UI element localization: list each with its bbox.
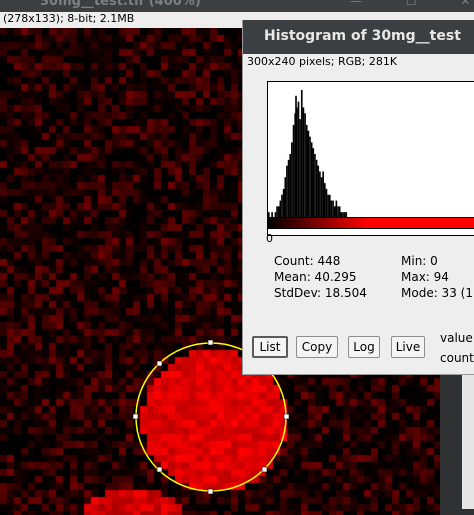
histogram-bar	[324, 183, 326, 218]
histogram-bar	[304, 113, 306, 218]
image-window-title: 30mg__test.tif (400%)	[40, 0, 201, 9]
adjacent-window-edge	[462, 374, 474, 509]
stat-min: Min: 0	[401, 254, 438, 268]
histogram-bar	[310, 142, 313, 218]
histogram-bar	[322, 171, 324, 218]
histogram-bar	[325, 188, 328, 218]
copy-button[interactable]: Copy	[296, 336, 338, 358]
histogram-bar	[332, 200, 334, 218]
histogram-bar	[281, 194, 283, 218]
histogram-bar	[335, 200, 338, 218]
histogram-window: Histogram of 30mg__test 300x240 pixels; …	[242, 20, 474, 375]
histogram-bar	[291, 142, 293, 218]
histogram-bar	[307, 130, 310, 218]
histogram-bar	[286, 165, 288, 218]
histogram-bar	[315, 159, 318, 218]
histogram-bar	[320, 177, 323, 218]
count-label: count	[440, 351, 474, 365]
axis-min-label: 0	[266, 232, 273, 245]
histogram-bar	[314, 154, 316, 218]
histogram-bar	[328, 194, 331, 218]
histogram-bar	[319, 171, 321, 218]
histogram-bar	[300, 90, 303, 218]
stat-stddev: StdDev: 18.504	[274, 286, 367, 300]
image-window-controls[interactable]: — ☐ ✕	[350, 0, 474, 8]
log-button[interactable]: Log	[348, 336, 380, 358]
lut-color-bar	[267, 217, 474, 229]
histogram-bar	[302, 107, 305, 218]
value-label: value	[440, 331, 473, 345]
histogram-bar	[330, 200, 333, 218]
stat-max: Max: 94	[401, 270, 449, 284]
histogram-chart	[268, 90, 474, 219]
histogram-bar	[279, 200, 282, 218]
histogram-bar	[327, 194, 329, 218]
histogram-window-titlebar[interactable]: Histogram of 30mg__test	[243, 20, 474, 54]
stat-mode: Mode: 33 (1	[401, 286, 473, 300]
histogram-bar	[312, 148, 315, 218]
histogram-bar	[289, 154, 292, 218]
image-window-titlebar[interactable]: 30mg__test.tif (400%) — ☐ ✕	[0, 0, 474, 12]
histogram-bar	[299, 119, 301, 218]
histogram-bar	[284, 177, 287, 218]
live-button[interactable]: Live	[391, 336, 425, 358]
histogram-bar	[282, 188, 285, 218]
histogram-bar	[292, 124, 295, 218]
histogram-bar	[287, 159, 290, 218]
histogram-bar	[317, 165, 320, 218]
stat-mean: Mean: 40.295	[274, 270, 357, 284]
histogram-bar	[297, 101, 300, 218]
histogram-window-title: Histogram of 30mg__test	[264, 28, 461, 44]
histogram-plot	[267, 81, 474, 236]
image-info-text: (278x133); 8-bit; 2.1MB	[3, 12, 135, 25]
stat-count: Count: 448	[274, 254, 341, 268]
histogram-bar	[305, 124, 308, 218]
histogram-bar	[296, 107, 298, 218]
list-button[interactable]: List	[252, 336, 288, 358]
histogram-image-info: 300x240 pixels; RGB; 281K	[247, 55, 398, 68]
histogram-bar	[309, 136, 311, 218]
